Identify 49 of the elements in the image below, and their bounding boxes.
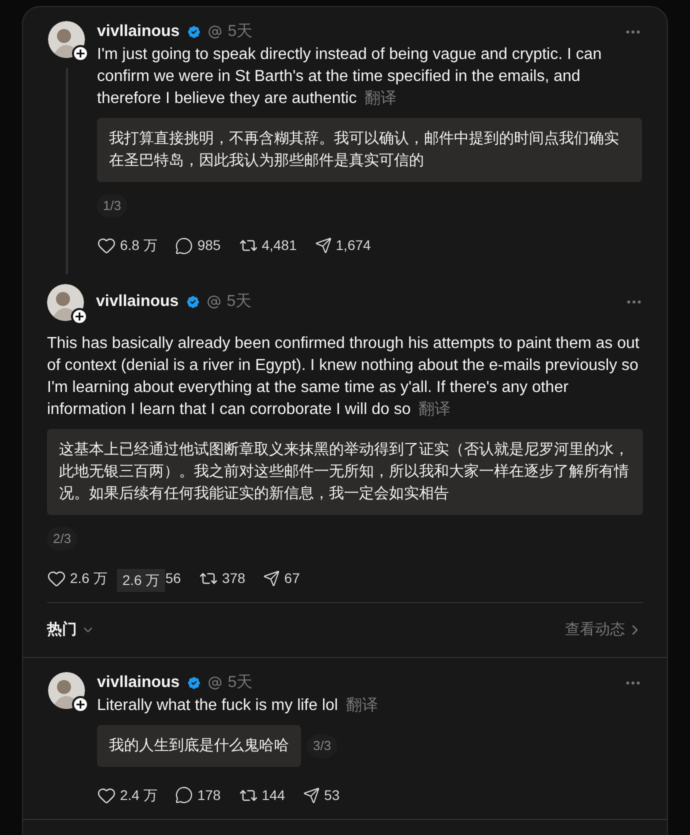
like-count: 6.8 万 bbox=[120, 236, 158, 255]
at-sign-icon bbox=[208, 25, 222, 39]
translation-box: 我的人生到底是什么鬼哈哈 bbox=[97, 725, 301, 767]
repost-count: 4,481 bbox=[262, 236, 297, 255]
avatar[interactable] bbox=[47, 284, 84, 320]
post-time: 5天 bbox=[226, 292, 252, 312]
like-icon[interactable] bbox=[97, 786, 116, 804]
avatar[interactable] bbox=[48, 21, 85, 58]
like-count: 2.4 万 bbox=[120, 786, 158, 804]
page-badge: 2/3 bbox=[47, 526, 78, 550]
page-badge: 3/3 bbox=[307, 734, 338, 758]
at-sign-icon bbox=[206, 295, 221, 309]
reply-count: 178 bbox=[197, 786, 221, 804]
follow-plus-icon[interactable] bbox=[71, 308, 88, 324]
post-text: This has basically already been confirmed through his attempts to paint them as out of context (denial is a river in Egypt). I knew nothing about the e-mails previously so I'm learning about everything at the same time as y'all. If there's any other information I learn that I can corroborate I will do so 翻译 bbox=[47, 334, 640, 420]
follow-plus-icon[interactable] bbox=[72, 696, 89, 713]
at-sign-icon bbox=[208, 676, 222, 690]
follow-plus-icon[interactable] bbox=[72, 45, 89, 62]
reply-count: 985 bbox=[197, 236, 221, 255]
post-time: 5天 bbox=[228, 673, 253, 693]
view-activity-link[interactable]: 查看动态 bbox=[565, 618, 643, 642]
translation-box: 这基本上已经通过他试图断章取义来抹黑的举动得到了证实（否认就是尼罗河里的水，此地无银三百两）。我之前对这些邮件一无所知，所以我和大家一样在逐步了解所有情况。如果后续有任何我能证实的新信息，我一定会如实相告 bbox=[47, 428, 643, 514]
share-icon[interactable] bbox=[263, 570, 280, 586]
post-text: Literally what the fuck is my life lol 翻译 bbox=[97, 696, 379, 716]
repost-count: 378 bbox=[222, 568, 246, 588]
share-count: 67 bbox=[284, 568, 300, 588]
reply-count: 56 bbox=[165, 568, 181, 588]
like-count: 2.6 万 bbox=[70, 568, 108, 588]
like-icon[interactable] bbox=[97, 236, 116, 255]
translation-box: 我打算直接挑明，不再含糊其辞。我可以确认，邮件中提到的时间点我们确实在圣巴特岛，因此我认为那些邮件是真实可信的 bbox=[97, 118, 642, 182]
repost-count: 144 bbox=[262, 786, 286, 804]
page-badge: 1/3 bbox=[97, 194, 128, 218]
post-time: 5天 bbox=[228, 22, 253, 42]
like-icon[interactable] bbox=[47, 568, 66, 588]
reply-icon[interactable] bbox=[175, 236, 194, 254]
translate-link[interactable]: 翻译 bbox=[418, 400, 451, 418]
share-count: 53 bbox=[324, 786, 340, 804]
post-text: I'm just going to speak directly instead of being vague and cryptic. I can confirm we were in St Barth's at the time specified in the emails, and therefore I believe they are authentic 翻译 bbox=[97, 45, 603, 109]
share-count: 1,674 bbox=[336, 236, 371, 255]
translate-link[interactable]: 翻译 bbox=[364, 90, 397, 107]
username[interactable]: vivllainous bbox=[96, 290, 179, 314]
username[interactable]: vivllainous bbox=[97, 671, 180, 695]
share-icon[interactable] bbox=[303, 786, 320, 804]
share-icon[interactable] bbox=[314, 237, 332, 254]
translate-link[interactable]: 翻译 bbox=[346, 697, 378, 714]
username[interactable]: vivllainous bbox=[97, 20, 180, 44]
tooltip: 2.6 万 bbox=[117, 568, 165, 592]
sort-dropdown[interactable]: 热门 bbox=[47, 618, 95, 642]
reply-icon[interactable] bbox=[175, 786, 194, 804]
